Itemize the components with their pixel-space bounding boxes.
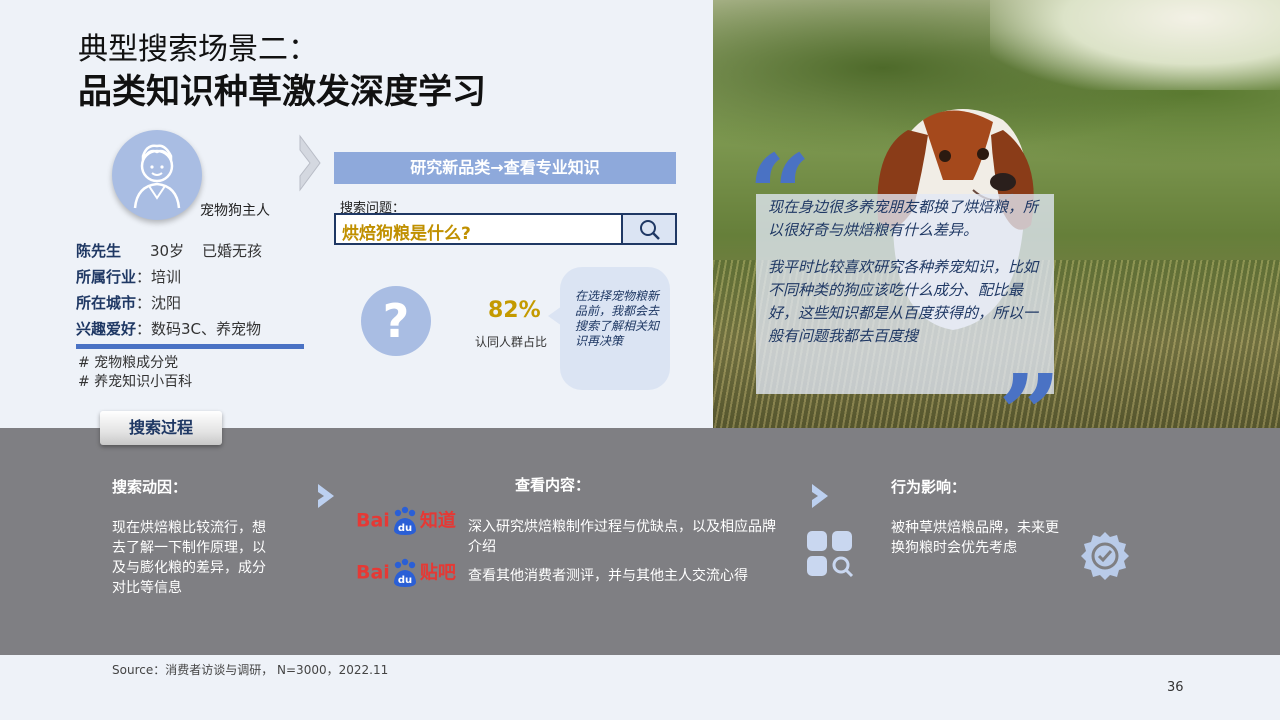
stat-label: 认同人群占比 [475,335,548,349]
source-note: Source：消费者访谈与调研， N=3000，2022.11 [112,663,389,677]
persona-tags: # 宠物粮成分党 # 养宠知识小百科 [78,354,192,392]
search-input[interactable]: 烘焙狗粮是什么? [334,213,677,245]
city-value: ：沈阳 [136,294,182,312]
research-banner: 研究新品类→查看专业知识 [334,152,676,184]
person-icon [133,144,181,209]
industry-label: 所属行业 [76,268,137,286]
arrow-right-icon [299,134,321,192]
persona-role: 宠物狗主人 [200,203,270,219]
tab-search-process[interactable]: 搜索过程 [100,411,222,445]
title-line-2: 品类知识种草激发深度学习 [78,72,486,112]
search-query: 烘焙狗粮是什么? [342,224,471,244]
title-line-1: 典型搜索场景二： [78,32,318,67]
svg-text:du: du [398,523,412,534]
baidu-paw-icon: du [393,558,416,587]
stat-value: 82% [488,298,541,323]
chevron-right-icon [812,484,828,508]
content-heading: 查看内容： [515,476,591,494]
question-icon: ? [361,286,431,356]
city-label: 所在城市 [76,294,137,312]
baidu-zhidao-logo: Bai du 知道 [356,506,456,536]
zhidao-text: 深入研究烘焙粮制作过程与优缺点，以及相应品牌介绍 [468,519,776,555]
baidu-paw-icon: du [393,506,416,535]
search-button[interactable] [621,215,675,243]
hobby-value: ：数码3C、养宠物 [136,320,262,338]
persona-marital: 已婚无孩 [202,242,263,260]
quote-paragraph-2: 我平时比较喜欢研究各种养宠知识，比如不同种类的狗应该吃什么成分、配比最好，这些知… [768,258,1039,345]
persona-profile: 陈先生 30岁 已婚无孩 所属行业：培训 所在城市：沈阳 兴趣爱好：数码3C、养… [76,238,263,342]
industry-value: ：培训 [136,268,182,286]
search-icon [640,220,660,240]
divider [76,344,304,349]
hobby-label: 兴趣爱好 [76,320,137,338]
verified-badge-icon [1081,532,1129,580]
motive-heading: 搜索动因： [112,478,188,496]
apps-search-icon [807,531,854,578]
impact-heading: 行为影响： [891,478,967,496]
tag: # 宠物粮成分党 [78,355,179,371]
motive-body: 现在烘焙粮比较流行，想去了解一下制作原理，以及与膨化粮的差异，成分对比等信息 [112,520,266,596]
baidu-tieba-logo: Bai du 贴吧 [356,558,456,588]
page-number: 36 [1167,680,1184,695]
svg-text:du: du [398,575,412,586]
tieba-text: 查看其他消费者测评，并与其他主人交流心得 [468,568,748,584]
open-quote-icon: “ [748,130,812,259]
impact-body: 被种草烘焙粮品牌，未来更换狗粮时会优先考虑 [891,520,1059,556]
persona-name: 陈先生 [76,242,122,260]
persona-age: 30岁 [150,242,185,260]
chevron-right-icon [318,484,334,508]
tag: # 养宠知识小百科 [78,374,193,390]
speech-bubble: 在选择宠物粮新品前，我都会去搜索了解相关知识再决策 [560,267,670,390]
avatar [112,130,202,220]
